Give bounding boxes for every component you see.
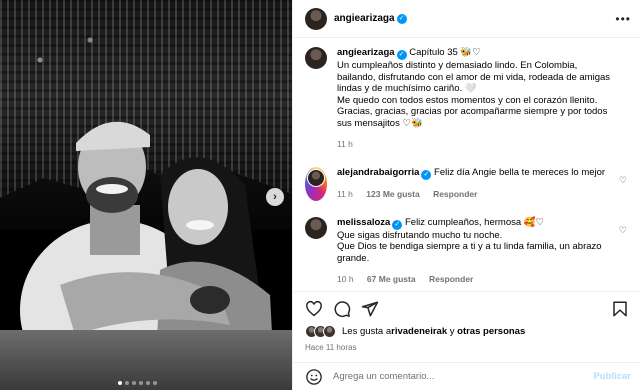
verified-badge-icon: ✓	[392, 219, 403, 230]
avatar[interactable]	[305, 216, 327, 239]
comment-username[interactable]: alejandrabaigorria	[337, 167, 419, 178]
comment-meta: 10 h 67 Me gusta Responder	[337, 274, 629, 286]
save-bookmark-icon[interactable]	[611, 300, 629, 318]
comment-meta: 11 h 123 Me gusta Responder	[337, 189, 629, 201]
caption-username[interactable]: angiearizaga	[337, 47, 395, 58]
heart-icon[interactable]: ♡	[619, 225, 627, 236]
more-horizontal-icon[interactable]: •••	[615, 12, 631, 26]
post-timestamp[interactable]: Hace 11 horas	[305, 343, 356, 352]
likes-others-link[interactable]: otras personas	[457, 326, 525, 337]
caption-line: Gracias, gracias, gracias por acompañarm…	[337, 106, 608, 118]
comment-likes[interactable]: 67 Me gusta	[367, 274, 416, 284]
caption-line: Capítulo 35 🐝♡	[409, 47, 481, 58]
comment-text: Feliz día Angie bella te mereces lo mejo…	[434, 167, 606, 179]
likes-middle: y	[447, 326, 458, 337]
carousel-dot	[125, 381, 129, 385]
post-dialog: › angiearizaga ✓ ••• angiearizaga ✓ Capít…	[0, 0, 640, 390]
share-send-icon[interactable]	[361, 300, 379, 318]
caption-time[interactable]: 11 h	[337, 139, 353, 149]
carousel-dot	[139, 381, 143, 385]
post-side-panel: angiearizaga ✓ ••• angiearizaga ✓ Capítul…	[292, 0, 640, 390]
avatar	[323, 325, 336, 338]
caption-line: lindas y de muchísimo cariño. 🤍	[337, 83, 477, 95]
comment-time[interactable]: 10 h	[337, 274, 354, 284]
verified-badge-icon: ✓	[421, 170, 432, 181]
comments-list: angiearizaga ✓ Capítulo 35 🐝♡ Un cumpleañ…	[293, 39, 640, 291]
verified-badge-icon: ✓	[396, 13, 407, 24]
caption-line: Un cumpleaños distinto y demasiado lindo…	[337, 60, 578, 71]
comment-time[interactable]: 11 h	[337, 189, 353, 199]
carousel-dot	[132, 381, 136, 385]
post-photo[interactable]: ›	[0, 0, 292, 390]
caption-meta: 11 h	[337, 139, 629, 151]
comment-likes[interactable]: 123 Me gusta	[366, 189, 419, 199]
emoji-icon[interactable]	[305, 368, 323, 386]
carousel-dot	[153, 381, 157, 385]
likes-prefix: Les gusta a	[342, 326, 392, 337]
avatar	[308, 170, 324, 187]
caption: angiearizaga ✓ Capítulo 35 🐝♡ Un cumpleañ…	[305, 47, 629, 150]
caption-line: sus mensajitos ♡🐝	[337, 117, 423, 129]
comment-text: grande.	[337, 252, 370, 264]
reply-button[interactable]: Responder	[433, 189, 477, 199]
carousel-dots	[118, 381, 157, 385]
heart-icon[interactable]: ♡	[619, 175, 627, 186]
liker-avatars	[305, 325, 336, 338]
header-username[interactable]: angiearizaga	[334, 13, 395, 24]
likes-user-link[interactable]: rivadeneirak	[391, 326, 447, 337]
publish-button[interactable]: Publicar	[594, 371, 632, 382]
add-comment-bar: Publicar	[293, 362, 640, 390]
like-heart-icon[interactable]	[305, 300, 323, 318]
comment-input[interactable]	[333, 371, 593, 382]
caption-line: bailando, disfrutando con el amor de mi …	[337, 71, 611, 83]
avatar[interactable]	[305, 47, 327, 69]
verified-badge-icon: ✓	[396, 50, 407, 60]
post-header: angiearizaga ✓ •••	[293, 0, 640, 38]
action-bar	[293, 291, 640, 321]
comment-item: melissaloza ✓ Feliz cumpleaños, hermosa 🥰…	[305, 216, 629, 286]
carousel-dot	[118, 381, 122, 385]
comment-text: Que sigas disfrutando mucho tu noche.	[337, 229, 503, 241]
avatar[interactable]	[305, 7, 327, 30]
caption-line: Me quedo con todos estos momentos y con …	[337, 94, 598, 106]
reply-button[interactable]: Responder	[429, 274, 473, 284]
comment-username[interactable]: melissaloza	[337, 217, 390, 228]
carousel-dot	[146, 381, 150, 385]
comment-text: Feliz cumpleaños, hermosa 🥰♡	[404, 216, 545, 228]
comment-text: Que Dios te bendiga siempre a ti y a tu …	[337, 241, 602, 253]
avatar-story-ring[interactable]	[305, 167, 327, 201]
likes-summary: Les gusta a rivadeneirak y otras persona…	[305, 325, 525, 338]
comment-bubble-icon[interactable]	[333, 300, 351, 318]
comment-item: alejandrabaigorria ✓ Feliz día Angie bell…	[305, 167, 629, 201]
chevron-right-icon[interactable]: ›	[266, 188, 284, 206]
